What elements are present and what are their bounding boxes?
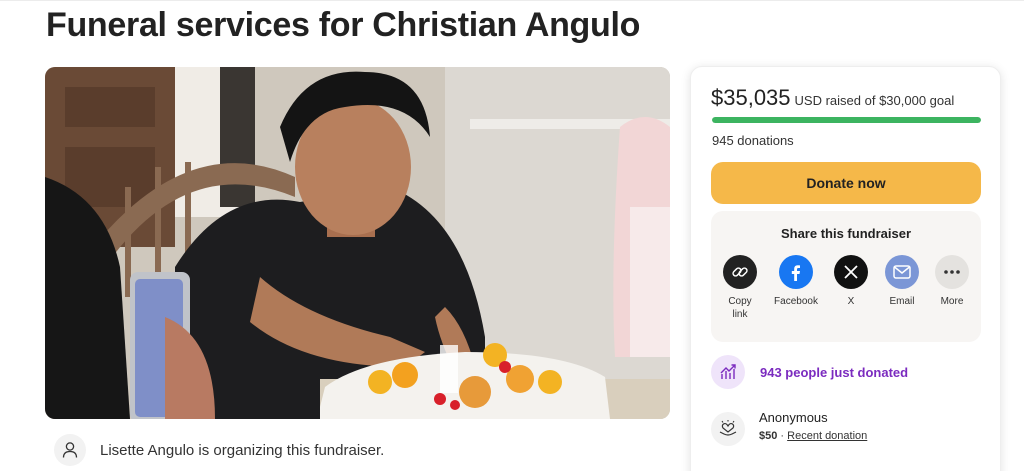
share-email-button[interactable]: Email <box>876 255 928 308</box>
share-more-button[interactable]: More <box>926 255 978 308</box>
fundraiser-photo[interactable] <box>45 67 670 419</box>
email-icon <box>885 255 919 289</box>
photo-illustration <box>45 67 670 419</box>
top-divider <box>0 0 1024 1</box>
donation-activity: 943 people just donated <box>711 355 908 389</box>
facebook-icon <box>779 255 813 289</box>
share-label-facebook: Facebook <box>774 296 818 307</box>
progress-fill <box>712 117 981 123</box>
trending-up-icon <box>711 355 745 389</box>
organizer-text: Lisette Angulo is organizing this fundra… <box>100 441 385 459</box>
page-title: Funeral services for Christian Angulo <box>46 6 641 44</box>
organizer-row: Lisette Angulo is organizing this fundra… <box>54 434 384 466</box>
activity-text: 943 people just donated <box>760 364 909 380</box>
recent-donation-meta: $50 · Recent donation <box>759 430 867 442</box>
link-icon <box>723 255 757 289</box>
more-icon <box>935 255 969 289</box>
raised-summary: $35,035 USD raised of $30,000 goal <box>711 85 954 111</box>
heart-hand-icon <box>711 412 745 446</box>
donations-count: 945 donations <box>712 133 794 148</box>
share-label-copy-link: Copy link <box>728 296 752 320</box>
share-x-button[interactable]: X <box>825 255 877 308</box>
share-label-more: More <box>940 296 964 307</box>
share-label-x: X <box>847 296 855 307</box>
donor-name: Anonymous <box>759 410 828 425</box>
share-facebook-button[interactable]: Facebook <box>770 255 822 308</box>
person-icon <box>54 434 86 466</box>
donate-now-button[interactable]: Donate now <box>711 162 981 204</box>
raised-goal-label: USD raised of $30,000 goal <box>794 93 955 108</box>
x-icon <box>834 255 868 289</box>
donation-card: $35,035 USD raised of $30,000 goal 945 d… <box>690 66 1001 471</box>
raised-amount: $35,035 <box>711 85 791 110</box>
recent-donation: Anonymous $50 · Recent donation <box>711 410 867 446</box>
progress-bar <box>712 117 981 123</box>
share-copy-link-button[interactable]: Copy link <box>714 255 766 321</box>
recent-donation-link[interactable]: Recent donation <box>787 430 867 442</box>
donation-amount: $50 <box>759 430 778 442</box>
share-panel: Share this fundraiser Copy link Facebook <box>711 211 981 342</box>
share-label-email: Email <box>889 296 915 307</box>
share-title: Share this fundraiser <box>780 226 912 241</box>
meta-separator: · <box>780 430 785 442</box>
recent-donation-info: Anonymous $50 · Recent donation <box>759 410 867 442</box>
